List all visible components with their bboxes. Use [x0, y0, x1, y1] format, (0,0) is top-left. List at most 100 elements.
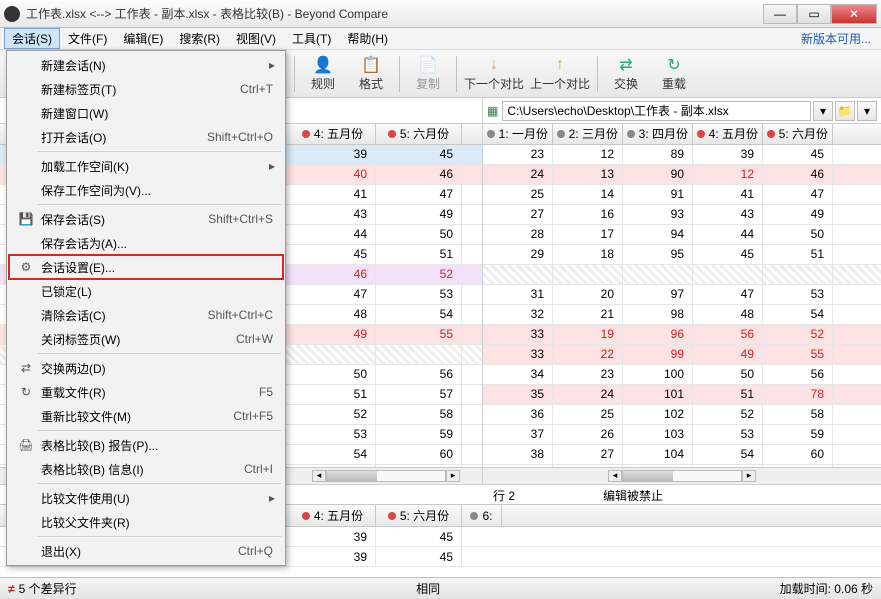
- menu-6[interactable]: 帮助(H): [339, 28, 396, 49]
- cell: 44: [290, 225, 376, 244]
- menu-2[interactable]: 编辑(E): [115, 28, 171, 49]
- cell: 39: [290, 145, 376, 164]
- menu-4[interactable]: 视图(V): [228, 28, 284, 49]
- table-row[interactable]: 3221984854: [483, 305, 881, 325]
- menu-item[interactable]: 比较文件使用(U)▸: [9, 486, 283, 510]
- cell: 34: [483, 365, 553, 384]
- column-header[interactable]: 4: 五月份: [693, 124, 763, 144]
- table-row[interactable]: 36251025258: [483, 405, 881, 425]
- table-row[interactable]: 2716934349: [483, 205, 881, 225]
- cell: 54: [376, 305, 462, 324]
- menu-item[interactable]: ⇄交换两边(D): [9, 356, 283, 380]
- menu-item[interactable]: 加载工作空间(K)▸: [9, 154, 283, 178]
- cell: 56: [693, 325, 763, 344]
- cell: 49: [290, 325, 376, 344]
- column-header[interactable]: 3: 四月份: [623, 124, 693, 144]
- menu-item[interactable]: 打开会话(O)Shift+Ctrl+O: [9, 125, 283, 149]
- column-header[interactable]: 2: 三月份: [553, 124, 623, 144]
- menu-item[interactable]: 保存工作空间为(V)...: [9, 178, 283, 202]
- menu-item[interactable]: 新建窗口(W): [9, 101, 283, 125]
- cell: 21: [553, 305, 623, 324]
- menu-item[interactable]: 清除会话(C)Shift+Ctrl+C: [9, 303, 283, 327]
- column-header[interactable]: 4: 五月份: [290, 505, 376, 526]
- column-header[interactable]: 5: 六月份: [763, 124, 833, 144]
- cell: 23: [483, 145, 553, 164]
- swap-button[interactable]: ⇄交换: [602, 52, 650, 96]
- menu-3[interactable]: 搜索(R): [171, 28, 228, 49]
- close-button[interactable]: ✕: [831, 4, 877, 24]
- table-row[interactable]: 35241015178: [483, 385, 881, 405]
- rules-button[interactable]: 👤规则: [299, 52, 347, 96]
- reload-button[interactable]: ↻重载: [650, 52, 698, 96]
- cell: 99: [623, 345, 693, 364]
- table-row[interactable]: [483, 265, 881, 285]
- table-row[interactable]: 3322994955: [483, 345, 881, 365]
- cell: 45: [693, 245, 763, 264]
- menu-item[interactable]: ↻重载文件(R)F5: [9, 380, 283, 404]
- cell: 31: [483, 285, 553, 304]
- menu-item-icon: 💾: [15, 212, 37, 226]
- prev-diff-button[interactable]: ↑上一个对比: [527, 52, 593, 96]
- table-row[interactable]: 2817944450: [483, 225, 881, 245]
- menu-item[interactable]: 新建标签页(T)Ctrl+T: [9, 77, 283, 101]
- cell: 28: [483, 225, 553, 244]
- path-menu-button[interactable]: ▾: [857, 101, 877, 121]
- table-row[interactable]: 34231005056: [483, 365, 881, 385]
- table-row[interactable]: 2918954551: [483, 245, 881, 265]
- minimize-button[interactable]: —: [763, 4, 797, 24]
- table-row[interactable]: 37261035359: [483, 425, 881, 445]
- next-diff-button[interactable]: ↓下一个对比: [461, 52, 527, 96]
- cell: [693, 265, 763, 284]
- menu-0[interactable]: 会话(S): [4, 28, 60, 49]
- menu-item[interactable]: 关闭标签页(W)Ctrl+W: [9, 327, 283, 351]
- cell: 20: [553, 285, 623, 304]
- column-header[interactable]: 4: 五月份: [290, 124, 376, 144]
- cell: 53: [763, 285, 833, 304]
- cell: 51: [693, 385, 763, 404]
- cell: 22: [553, 345, 623, 364]
- menu-5[interactable]: 工具(T): [284, 28, 339, 49]
- menu-1[interactable]: 文件(F): [60, 28, 115, 49]
- cell: 59: [376, 425, 462, 444]
- path-dropdown-icon[interactable]: ▾: [813, 101, 833, 121]
- cell: 35: [483, 385, 553, 404]
- table-row[interactable]: 3319965652: [483, 325, 881, 345]
- table-row[interactable]: 2514914147: [483, 185, 881, 205]
- menu-item[interactable]: 退出(X)Ctrl+Q: [9, 539, 283, 563]
- right-path-input[interactable]: [502, 101, 811, 121]
- cell: 52: [693, 405, 763, 424]
- menu-item-label: 交换两边(D): [37, 360, 273, 377]
- menu-item[interactable]: 新建会话(N)▸: [9, 53, 283, 77]
- menu-item[interactable]: 💾保存会话(S)Shift+Ctrl+S: [9, 207, 283, 231]
- cell: 47: [290, 285, 376, 304]
- table-row[interactable]: 38271045460: [483, 445, 881, 465]
- cell: 59: [763, 425, 833, 444]
- right-hscrollbar[interactable]: ◂▸: [483, 467, 881, 484]
- copy-button: 📄复制: [404, 52, 452, 96]
- column-header[interactable]: 5: 六月份: [376, 505, 462, 526]
- new-version-link[interactable]: 新版本可用...: [795, 30, 877, 47]
- table-row[interactable]: 2312893945: [483, 145, 881, 165]
- cell: 56: [763, 365, 833, 384]
- table-row[interactable]: 3120974753: [483, 285, 881, 305]
- browse-button[interactable]: 📁: [835, 101, 855, 121]
- cell: [623, 265, 693, 284]
- maximize-button[interactable]: ▭: [797, 4, 831, 24]
- menu-item[interactable]: 比较父文件夹(R): [9, 510, 283, 534]
- menu-item[interactable]: 保存会话为(A)...: [9, 231, 283, 255]
- menu-item[interactable]: 表格比较(B) 信息(I)Ctrl+I: [9, 457, 283, 481]
- diff-dot-icon: [388, 130, 396, 138]
- cell: 36: [483, 405, 553, 424]
- menu-item[interactable]: ⚙会话设置(E)...: [9, 255, 283, 279]
- format-button[interactable]: 📋格式: [347, 52, 395, 96]
- cell: 29: [483, 245, 553, 264]
- menu-item[interactable]: 重新比较文件(M)Ctrl+F5: [9, 404, 283, 428]
- column-header[interactable]: 5: 六月份: [376, 124, 462, 144]
- menu-item[interactable]: 已锁定(L): [9, 279, 283, 303]
- column-header[interactable]: 1: 一月份: [483, 124, 553, 144]
- column-header[interactable]: 6:: [462, 505, 502, 526]
- menu-item[interactable]: 🖨表格比较(B) 报告(P)...: [9, 433, 283, 457]
- cell: 94: [623, 225, 693, 244]
- cell: 41: [290, 185, 376, 204]
- table-row[interactable]: 2413901246: [483, 165, 881, 185]
